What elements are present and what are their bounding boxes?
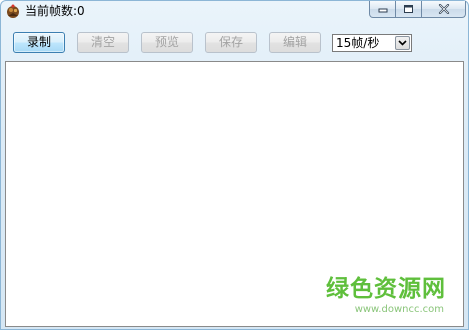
app-icon [5, 3, 21, 19]
app-window: 当前帧数:0 录制 清空 预览 保存 编辑 15帧/秒 [0, 0, 469, 330]
title-bar[interactable]: 当前帧数:0 [1, 1, 468, 23]
maximize-icon [403, 4, 414, 14]
clear-button[interactable]: 清空 [77, 32, 129, 53]
fps-select[interactable]: 15帧/秒 [332, 34, 412, 52]
window-title: 当前帧数:0 [25, 4, 85, 18]
preview-area[interactable] [5, 61, 464, 327]
minimize-icon [378, 5, 388, 13]
chevron-down-icon[interactable] [395, 36, 410, 50]
fps-selected-value: 15帧/秒 [336, 36, 380, 50]
toolbar: 录制 清空 预览 保存 编辑 15帧/秒 [1, 30, 468, 56]
maximize-button[interactable] [396, 1, 422, 18]
close-button[interactable] [422, 1, 466, 18]
edit-button[interactable]: 编辑 [269, 32, 321, 53]
record-button[interactable]: 录制 [13, 32, 65, 53]
caption-buttons [369, 1, 466, 19]
save-button[interactable]: 保存 [205, 32, 257, 53]
preview-button[interactable]: 预览 [141, 32, 193, 53]
close-icon [438, 4, 450, 14]
minimize-button[interactable] [369, 1, 396, 18]
